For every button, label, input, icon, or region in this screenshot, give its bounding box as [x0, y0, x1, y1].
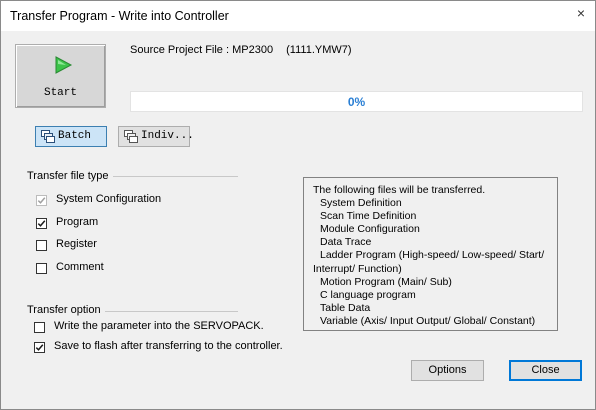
option-label[interactable]: Save to flash after transferring to the … — [54, 340, 283, 352]
option-group-title: Transfer option — [27, 304, 105, 316]
play-icon — [55, 56, 73, 74]
info-line: Module Configuration — [320, 223, 420, 236]
checkmark-icon — [37, 197, 46, 204]
option-checkbox[interactable] — [34, 322, 45, 333]
file-type-checkbox — [36, 195, 47, 206]
option-label[interactable]: Write the parameter into the SERVOPACK. — [54, 320, 264, 332]
file-type-checkbox[interactable] — [36, 217, 47, 229]
window-close-icon[interactable]: × — [571, 3, 591, 23]
start-button-label: Start — [43, 87, 77, 99]
source-project-label: Source Project File : MP2300 — [130, 44, 274, 56]
file-type-checkbox[interactable] — [36, 240, 47, 252]
file-type-label[interactable]: Program — [56, 216, 98, 228]
file-type-label[interactable]: Comment — [56, 261, 104, 273]
individual-mode-button[interactable]: Indiv... — [118, 126, 194, 147]
info-line: System Definition — [320, 197, 402, 210]
info-line: Ladder Program (High-speed/ Low-speed/ S… — [320, 249, 545, 262]
checkmark-icon — [35, 344, 44, 351]
file-type-checkbox[interactable] — [36, 263, 47, 275]
info-heading: The following files will be transferred. — [313, 184, 486, 196]
start-button[interactable]: Start — [15, 44, 106, 108]
title-bar: Transfer Program - Write into Controller… — [1, 1, 595, 31]
progress-percent: 0% — [347, 95, 366, 109]
info-line: C language program — [320, 288, 416, 301]
info-line: Scan Time Definition — [320, 210, 417, 223]
transfer-program-dialog: Transfer Program - Write into Controller… — [0, 0, 596, 410]
info-line: Interrupt/ Function) — [313, 262, 402, 275]
source-project-file: Source Project File : MP2300 (1111.YMW7) — [130, 44, 362, 56]
info-line: Motion Program (Main/ Sub) — [320, 275, 452, 288]
info-line: Data Trace — [320, 236, 372, 249]
option-checkbox[interactable] — [34, 342, 45, 353]
source-project-filename: (1111.YMW7) — [286, 44, 352, 56]
file-type-group-title: Transfer file type — [27, 170, 113, 182]
file-type-label[interactable]: Register — [56, 238, 97, 250]
file-type-label: System Configuration — [56, 193, 162, 205]
batch-files-icon — [41, 130, 55, 143]
transfer-progress-bar: 0% — [130, 91, 583, 112]
individual-mode-label: Indiv... — [141, 130, 194, 142]
window-title: Transfer Program - Write into Controller — [10, 9, 229, 23]
checkmark-icon — [37, 219, 46, 227]
batch-mode-button[interactable]: Batch — [35, 126, 107, 147]
options-button[interactable]: Options — [411, 360, 484, 381]
close-button[interactable]: Close — [509, 360, 582, 381]
batch-mode-label: Batch — [58, 130, 92, 142]
transfer-files-info: The following files will be transferred.… — [303, 177, 558, 331]
individual-files-icon — [124, 130, 138, 143]
info-line: Variable (Axis/ Input Output/ Global/ Co… — [320, 314, 536, 327]
info-line: Table Data — [320, 301, 371, 314]
